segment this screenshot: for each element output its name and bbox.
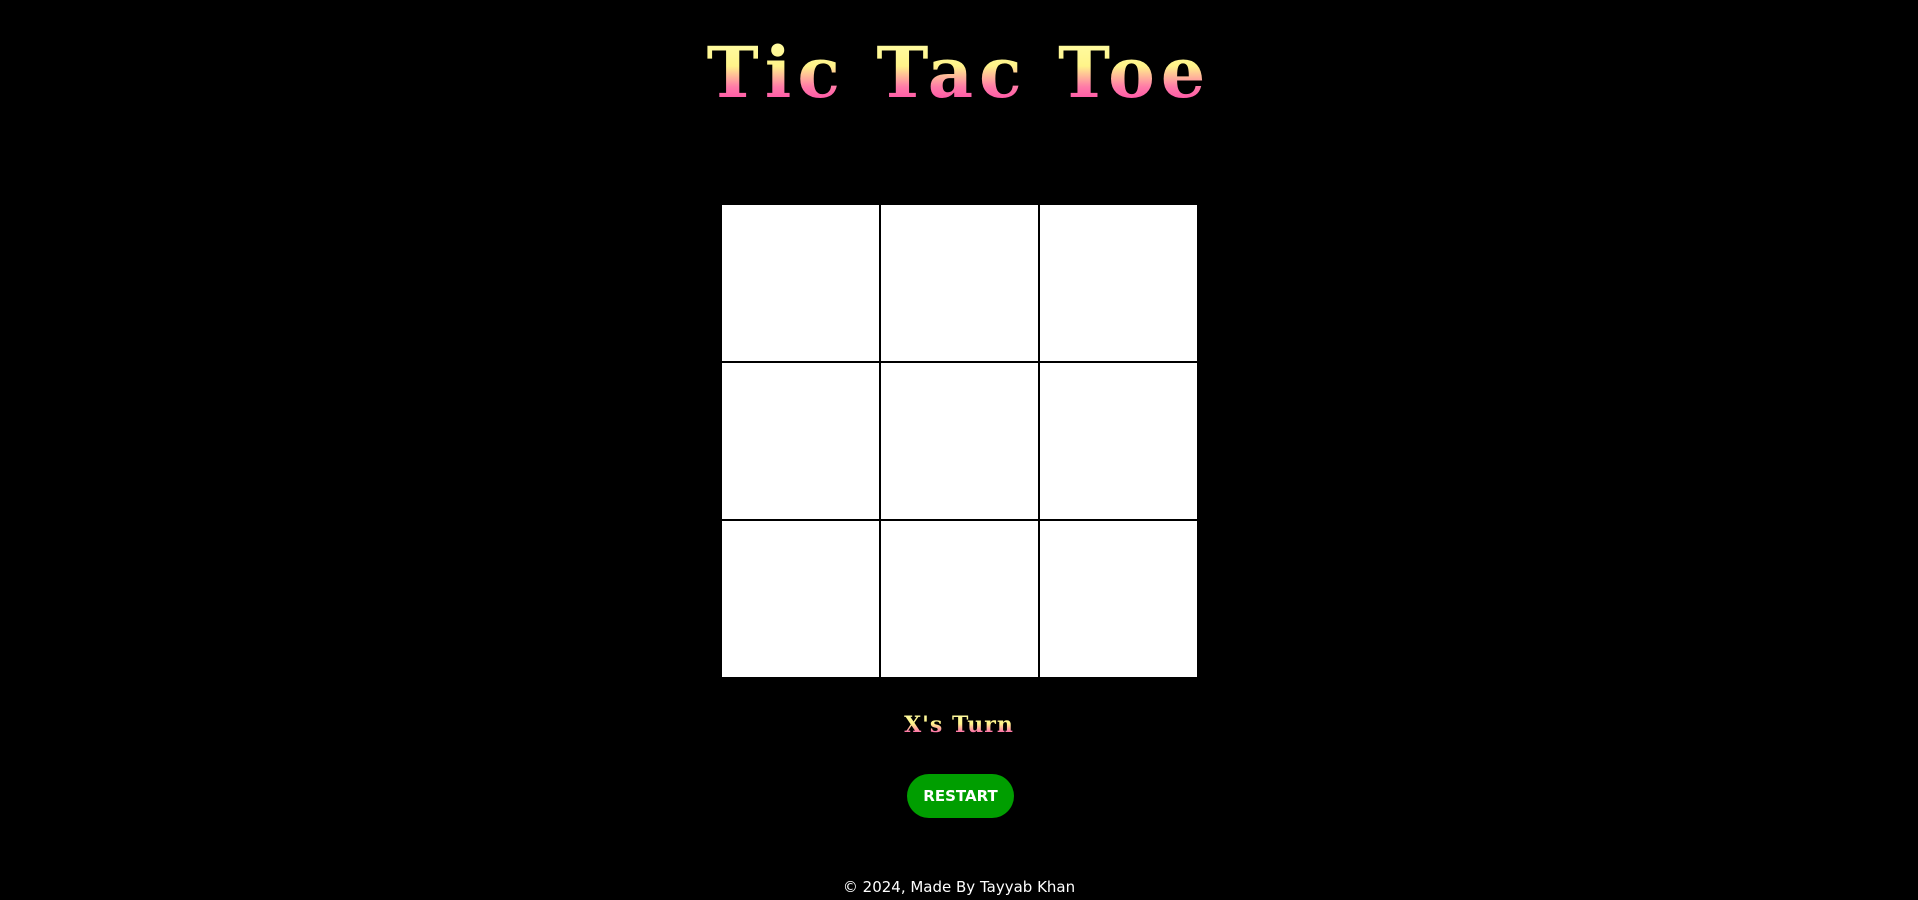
footer-credit: © 2024, Made By Tayyab Khan <box>842 878 1076 896</box>
board-cell-1[interactable] <box>722 205 879 361</box>
game-board <box>721 204 1199 680</box>
page: Tic Tac Toe X's Turn RESTART © 2024, Mad… <box>0 0 1918 900</box>
board-cell-5[interactable] <box>881 363 1038 519</box>
board-cell-3[interactable] <box>1040 205 1197 361</box>
board-cell-4[interactable] <box>722 363 879 519</box>
board-cell-7[interactable] <box>722 521 879 677</box>
turn-status: X's Turn <box>0 712 1918 738</box>
board-cell-2[interactable] <box>881 205 1038 361</box>
restart-button[interactable]: RESTART <box>907 774 1014 818</box>
board-cell-8[interactable] <box>881 521 1038 677</box>
board-cell-6[interactable] <box>1040 363 1197 519</box>
board-cell-9[interactable] <box>1040 521 1197 677</box>
game-title: Tic Tac Toe <box>0 38 1918 108</box>
